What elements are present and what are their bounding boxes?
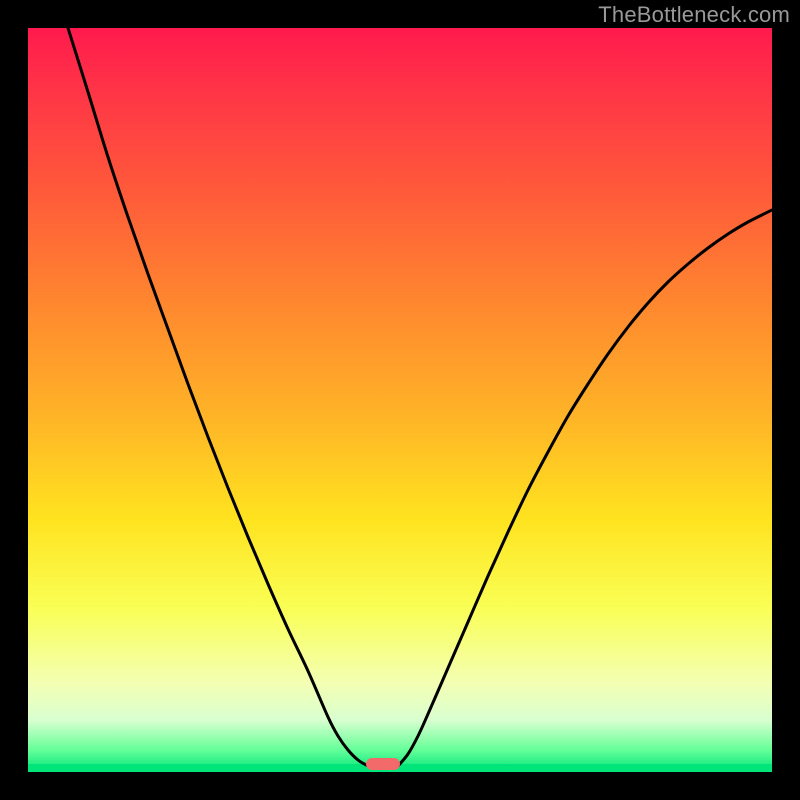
curve-right-branch: [398, 210, 772, 766]
plot-area: [28, 28, 772, 772]
chart-frame: TheBottleneck.com: [0, 0, 800, 800]
watermark-text: TheBottleneck.com: [598, 2, 790, 28]
bottleneck-curve: [28, 28, 772, 772]
optimal-marker: [366, 758, 400, 770]
curve-left-branch: [68, 28, 368, 766]
